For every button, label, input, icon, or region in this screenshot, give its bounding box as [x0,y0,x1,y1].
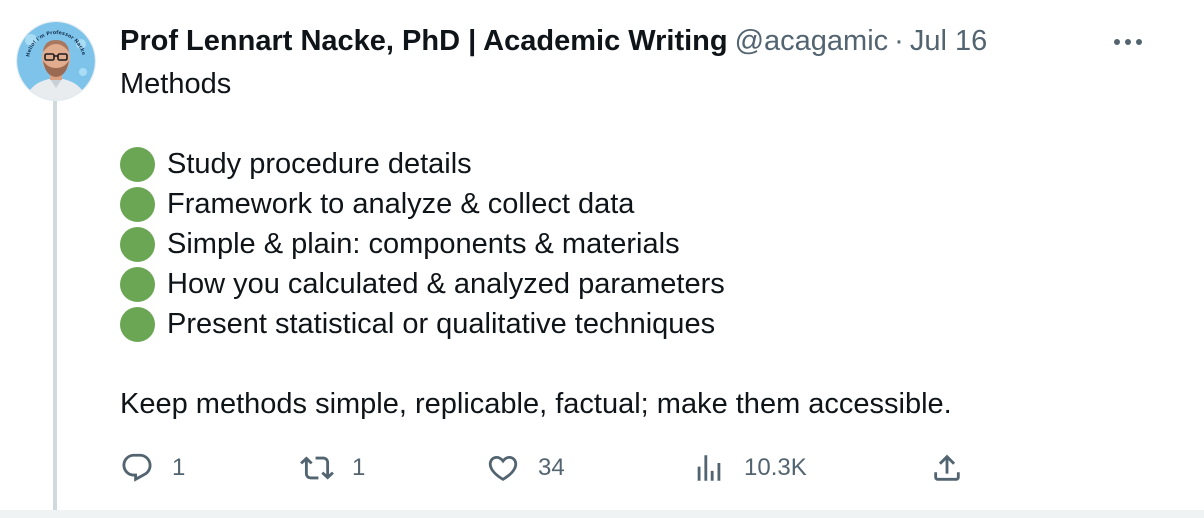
tweet-closing: Keep methods simple, replicable, factual… [120,388,952,420]
avatar[interactable]: Hello! I'm Professor Nacke [16,21,96,101]
retweet-count: 1 [352,454,366,481]
tweet-divider [0,510,1204,518]
retweet-icon [300,456,334,480]
bullet-item: How you calculated & analyzed parameters [120,264,1160,304]
more-horizontal-icon [1114,39,1142,45]
green-circle-icon [120,266,155,302]
bullet-item: Framework to analyze & collect data [120,184,1160,224]
green-circle-icon [120,226,155,262]
bullet-text: Framework to analyze & collect data [167,188,635,220]
bullet-text: How you calculated & analyzed parameters [167,268,725,300]
thread-connector-line [53,100,57,518]
heart-icon [488,455,518,481]
action-bar: 1 1 34 10.3K [120,446,980,490]
tweet[interactable]: Hello! I'm Professor Nacke Prof Lennart … [0,0,1204,518]
bullet-text: Present statistical or qualitative techn… [167,308,716,340]
views-count: 10.3K [744,454,807,481]
tweet-header: Prof Lennart Nacke, PhD | Academic Writi… [120,22,987,60]
green-circle-icon [120,306,155,342]
author-name[interactable]: Prof Lennart Nacke, PhD | Academic Writi… [120,25,728,58]
bullet-text: Simple & plain: components & materials [167,228,680,260]
tweet-text: Methods Study procedure details Framewor… [120,64,1160,424]
reply-icon [122,453,152,482]
bullet-text: Study procedure details [167,148,472,180]
bullet-item: Simple & plain: components & materials [120,224,1160,264]
like-count: 34 [538,454,565,481]
green-circle-icon [120,146,155,182]
share-icon [934,454,960,481]
analytics-icon [697,455,721,481]
retweet-button[interactable]: 1 [300,446,365,490]
reply-button[interactable]: 1 [120,446,185,490]
tweet-date[interactable]: Jul 16 [910,25,987,58]
author-handle[interactable]: @acagamic [735,25,889,58]
more-options-button[interactable] [1110,28,1146,56]
views-button[interactable]: 10.3K [692,446,807,490]
green-circle-icon [120,186,155,222]
reply-count: 1 [172,454,186,481]
share-button[interactable] [930,446,964,490]
like-button[interactable]: 34 [486,446,565,490]
header-separator: · [894,24,904,57]
tweet-intro: Methods [120,68,232,100]
bullet-item: Study procedure details [120,144,1160,184]
bullet-item: Present statistical or qualitative techn… [120,304,1160,344]
